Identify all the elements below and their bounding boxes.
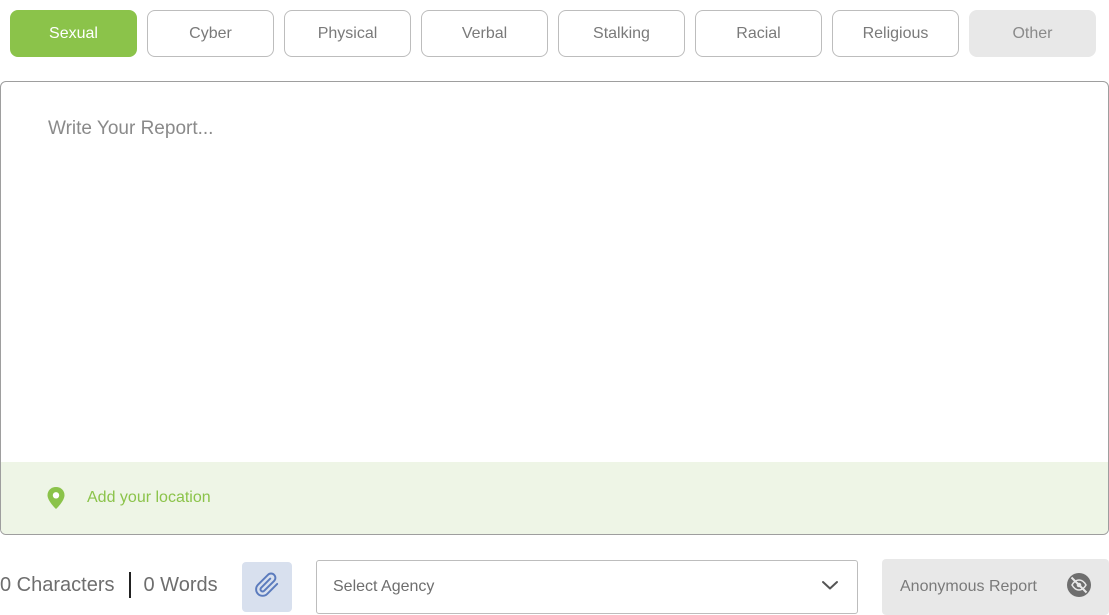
count-divider [128, 572, 131, 598]
report-form: Sexual Cyber Physical Verbal Stalking Ra… [0, 0, 1109, 615]
tab-cyber[interactable]: Cyber [147, 10, 274, 57]
character-count: 0 Characters [0, 573, 115, 596]
attach-button[interactable] [242, 562, 292, 612]
tab-sexual[interactable]: Sexual [10, 10, 137, 57]
map-pin-icon [45, 486, 67, 510]
tab-verbal[interactable]: Verbal [421, 10, 548, 57]
word-count: 0 Words [143, 573, 218, 596]
add-location-button[interactable]: Add your location [1, 462, 1108, 534]
agency-select[interactable]: Select Agency [316, 560, 858, 614]
paperclip-icon [254, 572, 280, 603]
tab-stalking[interactable]: Stalking [558, 10, 685, 57]
report-textarea[interactable] [1, 82, 1108, 463]
category-tabs: Sexual Cyber Physical Verbal Stalking Ra… [10, 10, 1096, 57]
eye-off-icon [1066, 572, 1092, 603]
anonymous-label: Anonymous Report [900, 578, 1037, 595]
chevron-down-icon [821, 578, 839, 596]
tab-other[interactable]: Other [969, 10, 1096, 57]
tab-racial[interactable]: Racial [695, 10, 822, 57]
agency-placeholder: Select Agency [333, 578, 435, 595]
tab-physical[interactable]: Physical [284, 10, 411, 57]
report-box: Add your location [0, 81, 1109, 535]
tab-religious[interactable]: Religious [832, 10, 959, 57]
counts: 0 Characters 0 Words [0, 572, 218, 598]
location-label: Add your location [87, 489, 211, 506]
anonymous-report-button[interactable]: Anonymous Report [882, 559, 1109, 615]
